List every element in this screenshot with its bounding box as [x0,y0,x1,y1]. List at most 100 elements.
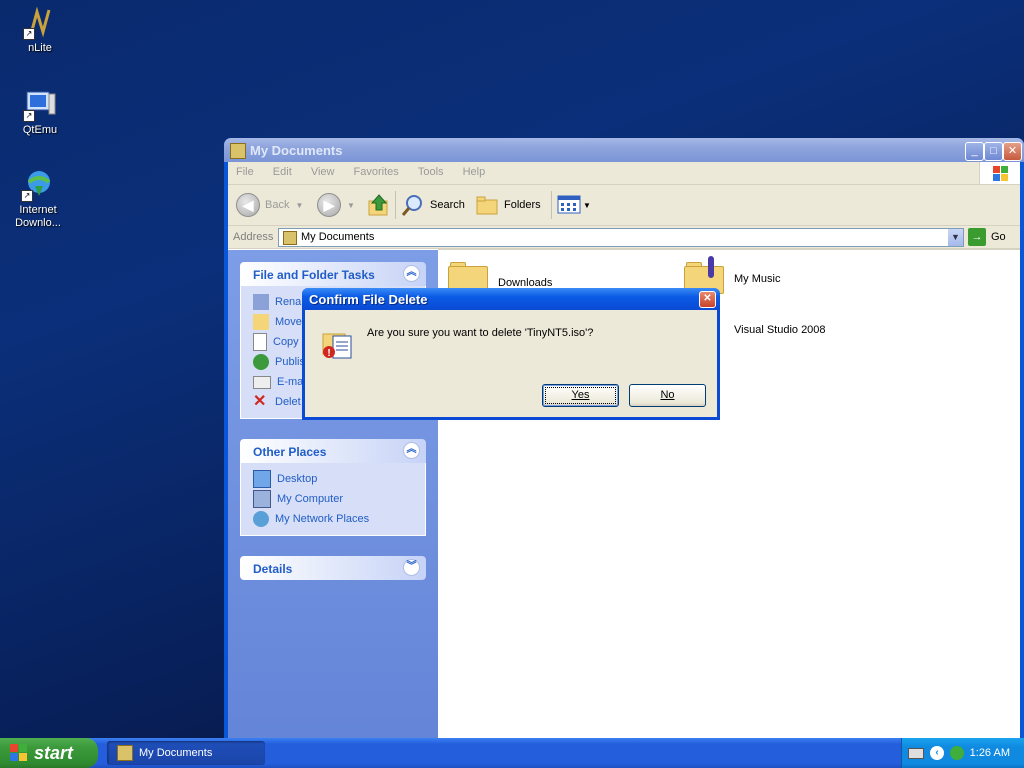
desktop-icon-label: nLite [28,42,52,54]
panel-body: Desktop My Computer My Network Places [240,463,426,536]
desktop-icon [253,470,271,488]
clock[interactable]: 1:26 AM [970,747,1010,759]
back-arrow-icon: ◀ [236,193,260,217]
address-field[interactable]: My Documents ▼ [278,228,964,247]
place-label: My Computer [277,493,344,505]
show-hidden-icons-chevron-icon[interactable]: ‹ [930,746,944,760]
delete-file-warning-icon: ! [321,326,355,360]
publish-icon [253,354,269,370]
no-button[interactable]: No [629,384,706,407]
place-my-computer[interactable]: My Computer [253,489,425,509]
panel-title: Details [253,562,293,576]
search-button[interactable]: Search [401,192,465,218]
delete-icon: ✕ [253,393,267,410]
menu-bar: File Edit View Favorites Tools Help [228,162,1020,185]
my-computer-icon [253,490,271,508]
back-button[interactable]: ◀ Back ▼ [236,192,303,218]
explorer-window: My Documents _ □ ✕ File Edit View Favori… [224,138,1024,738]
folders-button[interactable]: Folders [475,192,541,218]
no-label: No [660,389,675,401]
address-value: My Documents [301,231,375,243]
back-dropdown-icon: ▼ [295,200,304,210]
my-documents-icon [283,231,297,245]
desktop-icon-nlite[interactable]: ↗ nLite [2,6,78,55]
window-title: My Documents [250,143,343,158]
dialog-close-button[interactable]: ✕ [699,291,716,308]
menu-edit[interactable]: Edit [265,162,300,182]
other-places-panel: Other Places ︽ Desktop My Computer My Ne… [240,439,426,536]
windows-logo-icon [979,162,1020,184]
desktop-icon-qtemu[interactable]: ↗ QtEmu [2,88,78,137]
desktop-icon-internet-download[interactable]: ↗ Internet Downlo... [0,168,76,230]
task-label: Publis [275,356,305,368]
go-button[interactable]: → Go [968,228,1006,246]
folder-visual-studio-2008[interactable]: Visual Studio 2008 [734,324,826,336]
toolbar-separator [395,191,396,219]
desktop-icon-label-line2: Downlo... [15,217,61,229]
place-label: My Network Places [275,513,370,525]
maximize-button[interactable]: □ [984,142,1003,161]
close-button[interactable]: ✕ [1003,142,1022,161]
address-bar: Address My Documents ▼ → Go [228,226,1020,249]
keyboard-icon[interactable] [908,747,924,759]
item-label: My Music [734,273,781,285]
my-documents-icon [117,745,133,761]
task-label: Copy [273,336,299,348]
place-desktop[interactable]: Desktop [253,469,425,489]
forward-dropdown-icon: ▼ [347,200,355,210]
dialog-body: ! Are you sure you want to delete 'TinyN… [305,310,717,417]
search-icon [401,195,422,216]
nlite-icon: ↗ [23,6,57,40]
views-dropdown-icon: ▼ [583,200,591,210]
menu-favorites[interactable]: Favorites [346,162,407,182]
yes-label: Yes [571,389,590,401]
network-icon[interactable] [950,746,964,760]
copy-icon [253,333,267,351]
move-icon [253,314,269,330]
folders-icon [476,196,498,215]
panel-title: File and Folder Tasks [253,268,375,282]
desktop-icon-label: QtEmu [22,124,58,136]
window-titlebar[interactable]: My Documents _ □ ✕ [224,138,1024,162]
up-folder-button[interactable] [367,192,391,218]
collapse-chevron-icon[interactable]: ︽ [403,442,420,459]
minimize-button[interactable]: _ [965,142,984,161]
folder-my-music[interactable]: My Music [684,256,781,294]
taskbar-button-my-documents[interactable]: My Documents [107,741,265,765]
start-label: start [34,742,74,763]
place-my-network[interactable]: My Network Places [253,509,425,529]
dialog-titlebar[interactable]: Confirm File Delete ✕ [302,288,720,310]
svg-text:!: ! [327,348,330,359]
details-panel: Details ︾ [240,556,426,580]
views-button[interactable]: ▼ [557,192,591,218]
address-dropdown-icon[interactable]: ▼ [948,229,963,246]
panel-header[interactable]: Details ︾ [240,556,426,580]
forward-button[interactable]: ▶ ▼ [317,192,355,218]
taskbar: start My Documents ‹ 1:26 AM [0,738,1024,768]
expand-chevron-icon[interactable]: ︾ [403,559,420,576]
yes-button[interactable]: Yes [542,384,619,407]
windows-flag-icon [10,744,28,762]
start-button[interactable]: start [0,738,98,768]
my-documents-icon [230,143,246,159]
standard-toolbar: ◀ Back ▼ ▶ ▼ Search Folders ▼ [228,185,1020,226]
dialog-message: Are you sure you want to delete 'TinyNT5… [367,327,594,339]
toolbar-separator [551,191,552,219]
menu-view[interactable]: View [303,162,343,182]
task-label: Delet [275,396,301,408]
panel-header[interactable]: File and Folder Tasks ︽ [240,262,426,286]
item-label: Visual Studio 2008 [734,324,826,336]
up-folder-icon [368,194,388,216]
confirm-delete-dialog: Confirm File Delete ✕ ! Are you sure you… [302,288,720,420]
collapse-chevron-icon[interactable]: ︽ [403,265,420,282]
panel-header[interactable]: Other Places ︽ [240,439,426,463]
back-label: Back [265,199,290,211]
taskbar-button-label: My Documents [139,747,213,759]
desktop-icon-label-line1: Internet [19,204,57,216]
go-arrow-icon: → [968,228,986,246]
panel-title: Other Places [253,445,327,459]
menu-tools[interactable]: Tools [410,162,452,182]
menu-help[interactable]: Help [455,162,494,182]
menu-file[interactable]: File [228,162,262,182]
address-label: Address [233,231,274,243]
